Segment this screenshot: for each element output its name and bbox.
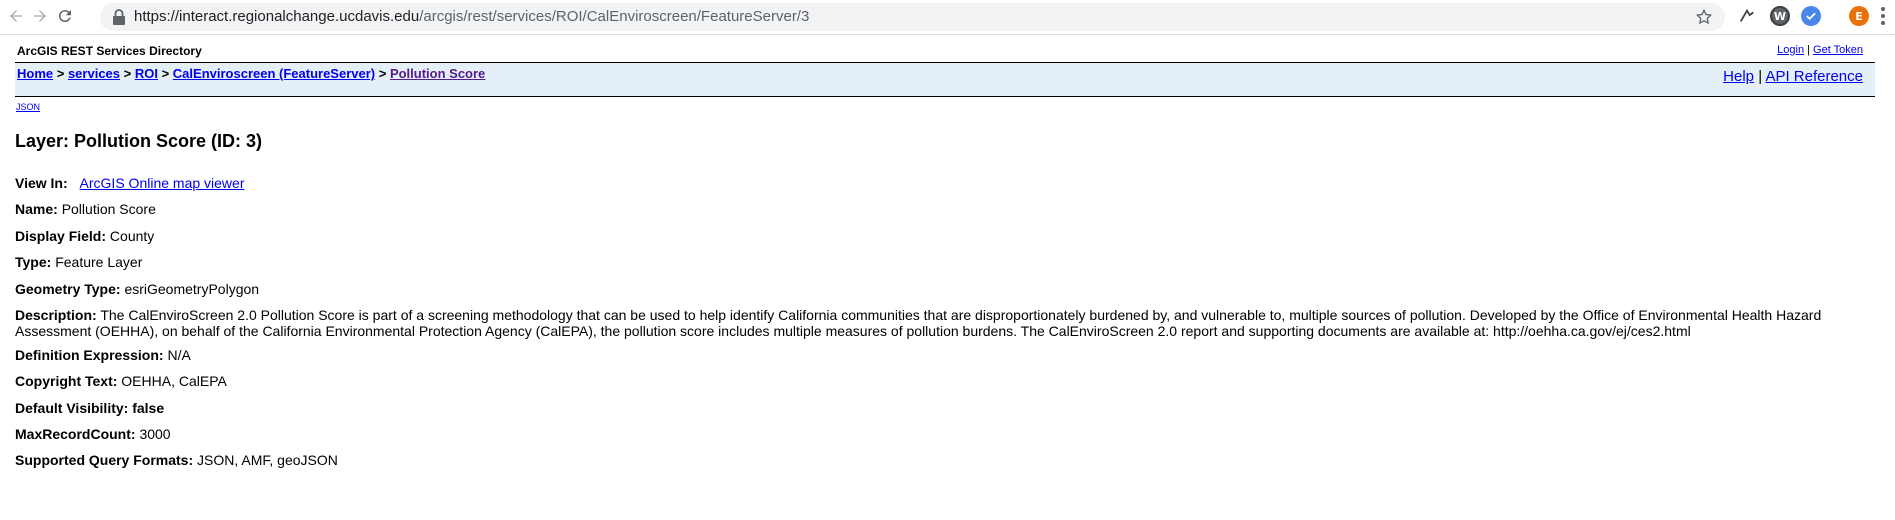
breadcrumb-featureserver[interactable]: CalEnviroscreen (FeatureServer) xyxy=(173,66,375,81)
field-max-record-count: MaxRecordCount: 3000 xyxy=(15,426,1880,442)
directory-title: ArcGIS REST Services Directory xyxy=(17,44,202,58)
field-label: Description: xyxy=(15,307,97,323)
field-label: Definition Expression: xyxy=(15,347,164,363)
help-separator: | xyxy=(1754,68,1766,85)
api-reference-link[interactable]: API Reference xyxy=(1765,68,1863,85)
breadcrumb-separator: > xyxy=(157,66,173,81)
help-links: Help | API Reference xyxy=(1723,68,1863,85)
address-bar[interactable]: https://interact.regionalchange.ucdavis.… xyxy=(100,3,1725,31)
reload-button[interactable] xyxy=(53,4,77,28)
field-label: Geometry Type: xyxy=(15,281,121,297)
url-path: /arcgis/rest/services/ROI/CalEnviroscree… xyxy=(419,8,810,25)
field-supported-query-formats: Supported Query Formats: JSON, AMF, geoJ… xyxy=(15,452,1880,468)
json-format-link[interactable]: JSON xyxy=(16,102,40,112)
arcgis-online-viewer-link[interactable]: ArcGIS Online map viewer xyxy=(80,175,245,191)
login-link[interactable]: Login xyxy=(1777,44,1804,56)
field-value: Pollution Score xyxy=(61,201,156,217)
breadcrumb: Home > services > ROI > CalEnviroscreen … xyxy=(17,66,485,81)
reload-icon xyxy=(58,10,71,23)
page-title: Layer: Pollution Score (ID: 3) xyxy=(15,131,263,151)
breadcrumb-separator: > xyxy=(53,66,68,81)
field-description: Description: The CalEnviroScreen 2.0 Pol… xyxy=(15,307,1880,339)
back-button[interactable] xyxy=(4,4,28,28)
profile-avatar[interactable]: E xyxy=(1849,6,1869,26)
browser-menu-icon[interactable] xyxy=(1875,5,1891,27)
help-link[interactable]: Help xyxy=(1723,68,1754,85)
get-token-link[interactable]: Get Token xyxy=(1813,44,1863,56)
login-separator: | xyxy=(1804,44,1814,56)
field-label: Default Visibility: xyxy=(15,400,129,416)
field-label: Display Field: xyxy=(15,228,107,244)
view-in-row: View In: ArcGIS Online map viewer xyxy=(15,175,1880,191)
arrow-right-icon xyxy=(34,10,46,22)
directory-header: ArcGIS REST Services Directory Login | G… xyxy=(15,40,1875,60)
field-value: N/A xyxy=(167,347,191,363)
url-text: https://interact.regionalchange.ucdavis.… xyxy=(134,9,809,25)
breadcrumb-bar: Home > services > ROI > CalEnviroscreen … xyxy=(15,62,1875,97)
extension-w-icon[interactable]: W xyxy=(1770,6,1790,26)
lock-icon xyxy=(113,9,125,25)
field-name: Name: Pollution Score xyxy=(15,201,1880,217)
field-type: Type: Feature Layer xyxy=(15,254,1880,270)
field-copyright-text: Copyright Text: OEHHA, CalEPA xyxy=(15,373,1880,389)
field-value: The CalEnviroScreen 2.0 Pollution Score … xyxy=(15,307,1822,339)
login-links: Login | Get Token xyxy=(1777,44,1863,56)
breadcrumb-current-layer[interactable]: Pollution Score xyxy=(390,66,485,81)
field-geometry-type: Geometry Type: esriGeometryPolygon xyxy=(15,281,1880,297)
extension-check-icon[interactable] xyxy=(1801,6,1821,26)
field-value: County xyxy=(109,228,155,244)
field-value: esriGeometryPolygon xyxy=(124,281,260,297)
forward-button[interactable] xyxy=(28,4,52,28)
field-label: Supported Query Formats: xyxy=(15,452,194,468)
breadcrumb-roi[interactable]: ROI xyxy=(135,66,158,81)
arrow-left-icon xyxy=(10,10,22,22)
field-value: JSON, AMF, geoJSON xyxy=(197,452,338,468)
field-label: MaxRecordCount: xyxy=(15,426,136,442)
field-display-field: Display Field: County xyxy=(15,228,1880,244)
bookmark-star-icon[interactable] xyxy=(1695,8,1713,26)
field-label: Name: xyxy=(15,201,58,217)
breadcrumb-home[interactable]: Home xyxy=(17,66,53,81)
field-value: false xyxy=(132,400,165,416)
field-label: Type: xyxy=(15,254,52,270)
breadcrumb-services[interactable]: services xyxy=(68,66,120,81)
field-definition-expression: Definition Expression: N/A xyxy=(15,347,1880,363)
field-default-visibility: Default Visibility: false xyxy=(15,400,1880,416)
field-value: 3000 xyxy=(139,426,171,442)
extension-tool-icon[interactable] xyxy=(1737,6,1757,26)
url-host: https://interact.regionalchange.ucdavis.… xyxy=(134,8,420,25)
breadcrumb-separator: > xyxy=(375,66,390,81)
breadcrumb-separator: > xyxy=(120,66,135,81)
field-value: OEHHA, CalEPA xyxy=(121,373,227,389)
field-value: Feature Layer xyxy=(55,254,143,270)
field-label: Copyright Text: xyxy=(15,373,118,389)
browser-toolbar: https://interact.regionalchange.ucdavis.… xyxy=(0,0,1895,35)
view-in-label: View In: xyxy=(15,175,68,191)
